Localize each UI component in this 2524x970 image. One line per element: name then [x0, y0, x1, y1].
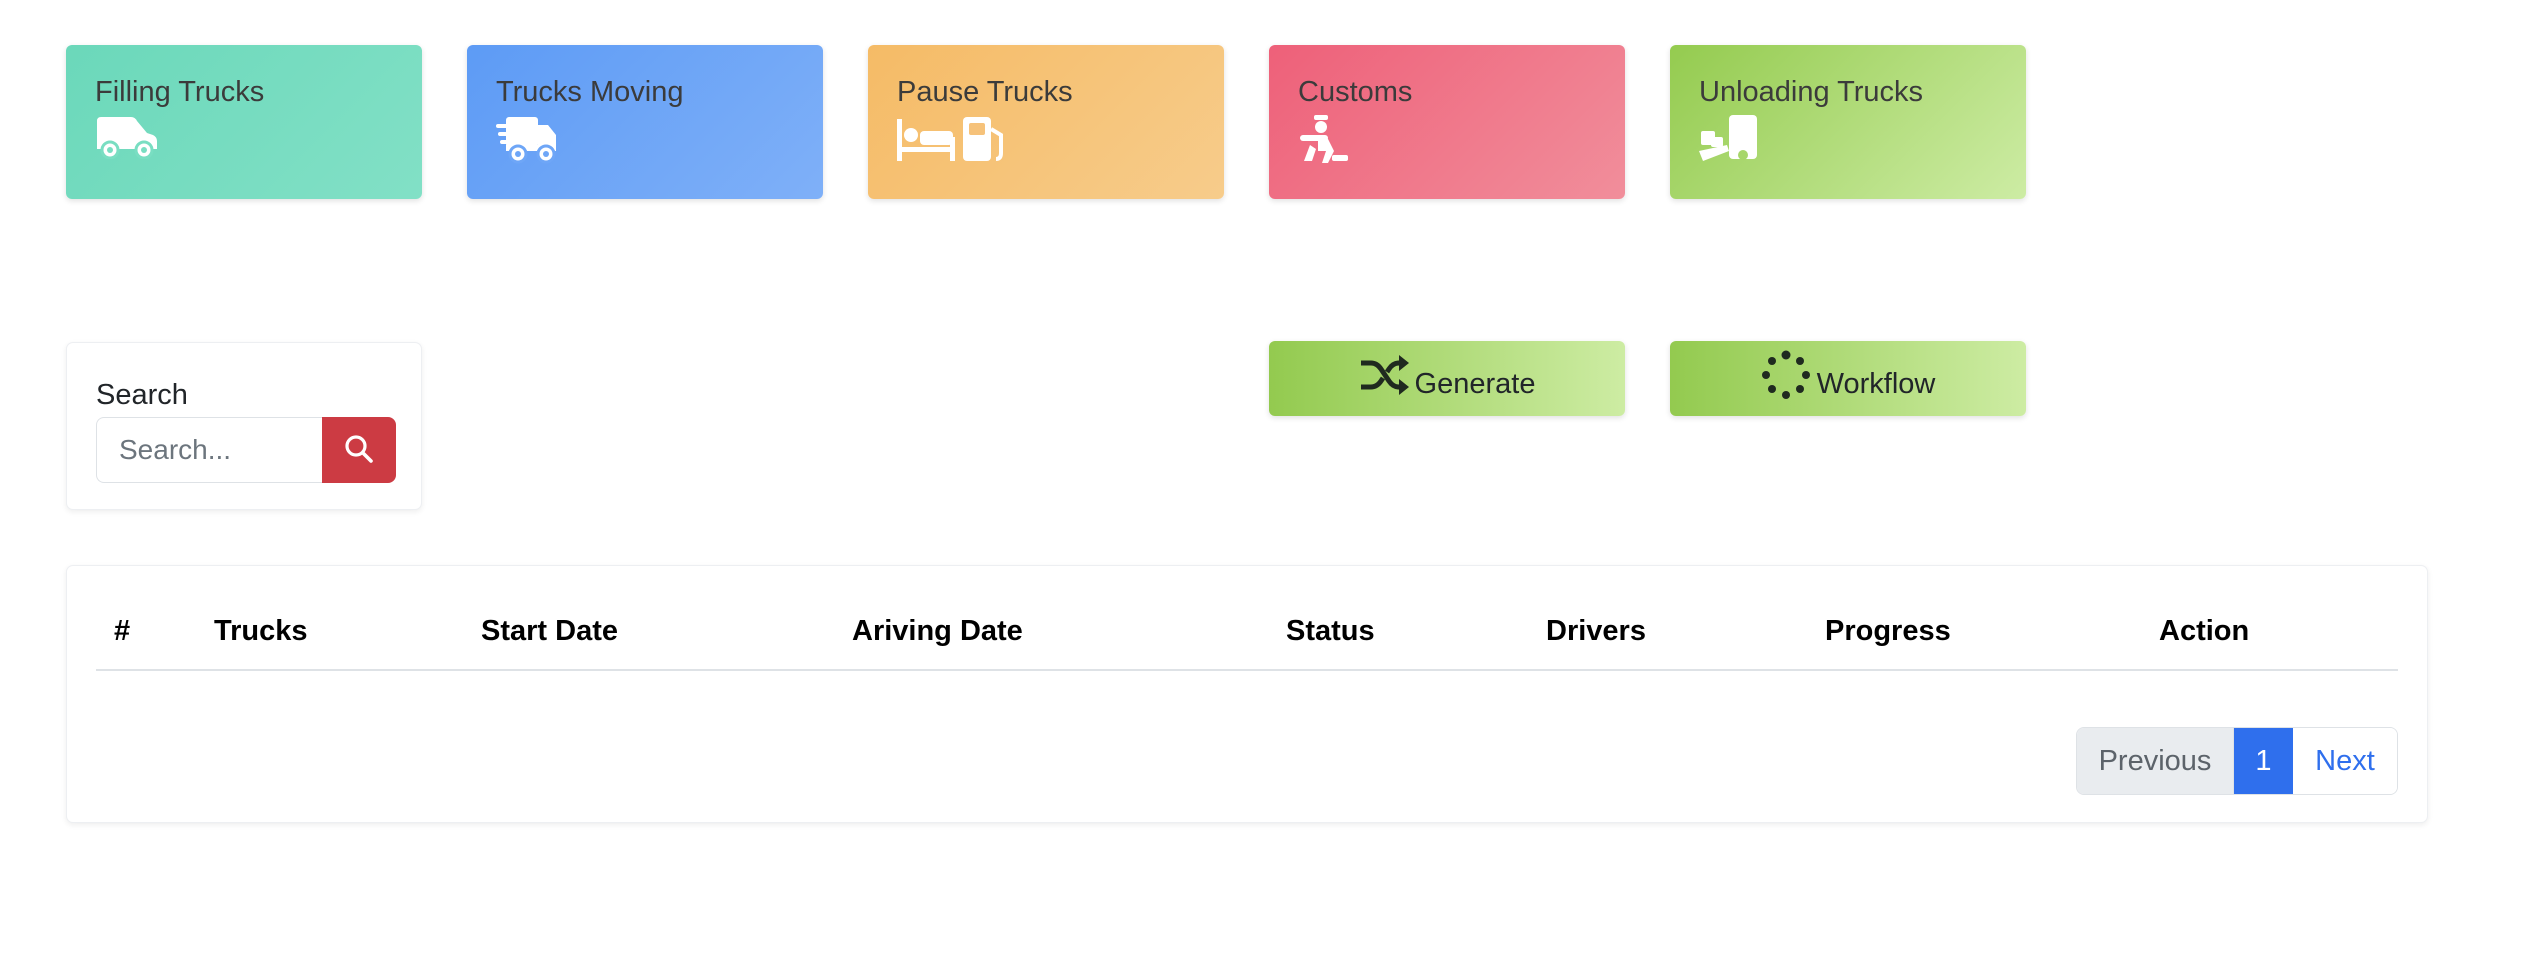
person-hand-truck-icon: [1298, 115, 1625, 165]
search-input[interactable]: [96, 417, 322, 483]
workflow-label: Workflow: [1816, 368, 1936, 400]
previous-page-button[interactable]: Previous: [2077, 728, 2234, 794]
workflow-button[interactable]: Workflow: [1670, 341, 2026, 416]
column-header-trucks: Trucks: [214, 615, 308, 647]
next-page-button[interactable]: Next: [2293, 728, 2397, 794]
stat-card-trucks-moving[interactable]: Trucks Moving: [467, 45, 823, 199]
generate-button[interactable]: Generate: [1269, 341, 1625, 416]
stat-card-label: Filling Trucks: [95, 76, 265, 108]
bed-and-gas-pump-icon: [897, 115, 1224, 165]
shuffle-icon: [1359, 353, 1409, 405]
stat-card-label: Unloading Trucks: [1699, 76, 1924, 108]
trucks-table-panel: # Trucks Start Date Ariving Date Status …: [66, 565, 2428, 823]
search-panel: Search: [66, 342, 422, 510]
column-header-progress: Progress: [1825, 615, 1951, 647]
stat-card-customs[interactable]: Customs: [1269, 45, 1625, 199]
column-header-status: Status: [1286, 615, 1375, 647]
spinner-icon: [1761, 350, 1811, 408]
column-header-number: #: [114, 615, 131, 647]
search-icon: [344, 434, 374, 467]
generate-label: Generate: [1414, 368, 1536, 400]
stat-card-pause-trucks[interactable]: Pause Trucks: [868, 45, 1224, 199]
search-title: Search: [96, 379, 188, 411]
page-1-button[interactable]: 1: [2234, 728, 2293, 794]
column-header-action: Action: [2159, 615, 2250, 647]
stat-card-label: Customs: [1298, 76, 1413, 108]
pagination: Previous 1 Next: [2076, 727, 2398, 795]
column-header-arriving-date: Ariving Date: [852, 615, 1023, 647]
column-header-drivers: Drivers: [1546, 615, 1646, 647]
search-button[interactable]: [322, 417, 396, 483]
van-icon: [95, 115, 422, 165]
search-group: [96, 417, 421, 483]
stat-card-unloading-trucks[interactable]: Unloading Trucks: [1670, 45, 2026, 199]
table-header: # Trucks Start Date Ariving Date Status …: [96, 566, 2398, 671]
hand-holding-box-icon: [1699, 115, 2026, 165]
truck-fast-icon: [496, 115, 823, 165]
stat-card-label: Trucks Moving: [496, 76, 684, 108]
stat-card-label: Pause Trucks: [897, 76, 1073, 108]
column-header-start-date: Start Date: [481, 615, 618, 647]
stat-card-filling-trucks[interactable]: Filling Trucks: [66, 45, 422, 199]
